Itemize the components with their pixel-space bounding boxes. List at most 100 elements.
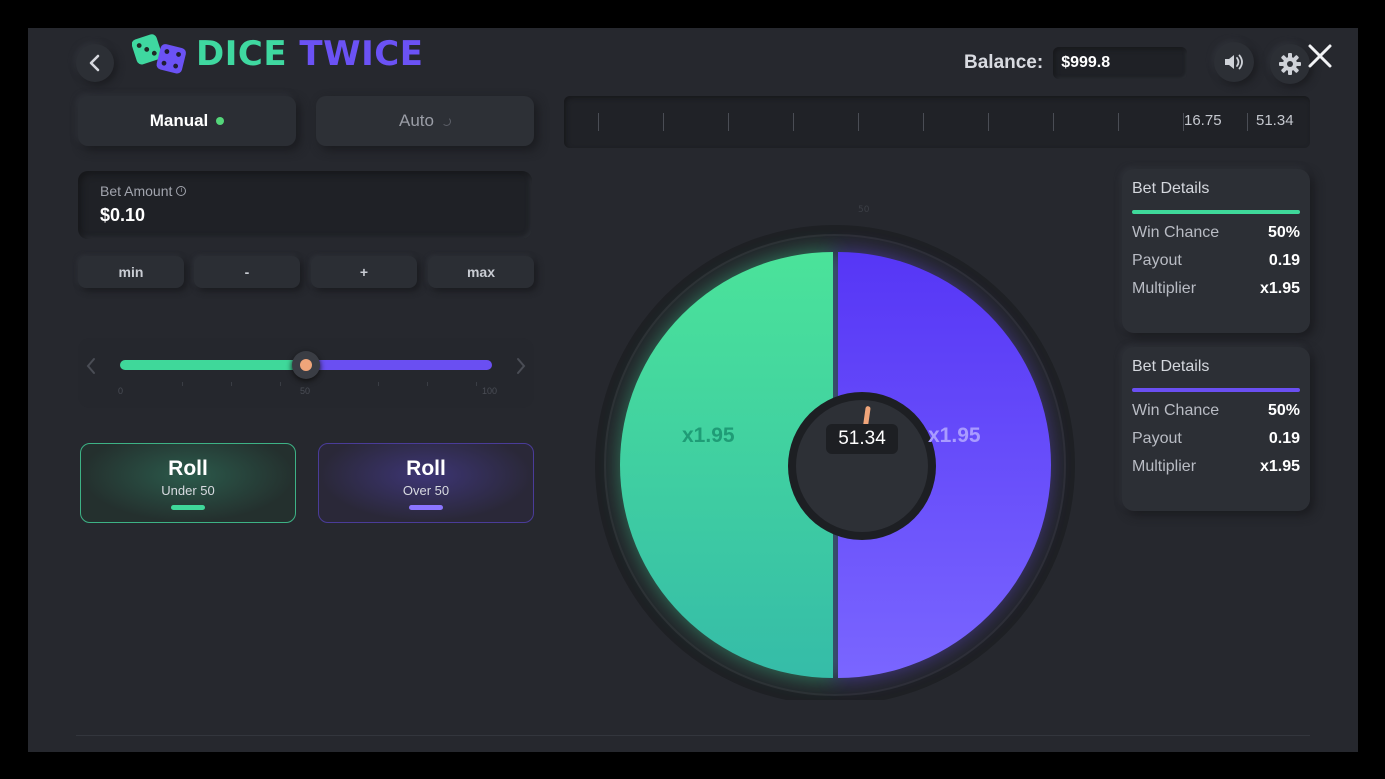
slider-tick-label-min: 0	[118, 386, 124, 396]
game-logo: DICE TWICE	[131, 32, 423, 76]
gear-icon	[1279, 53, 1301, 75]
payout-value: 0.19	[1268, 430, 1300, 447]
slider-thumb-knob	[300, 359, 312, 371]
game-frame: DICE TWICE Balance: $999.8 Manual Auto B…	[28, 28, 1358, 752]
details-row-multiplier: Multiplier x1.95	[1132, 280, 1300, 298]
title-part-dice: DICE	[196, 34, 288, 74]
active-dot-icon	[216, 117, 225, 125]
slider-over-segment	[306, 360, 492, 370]
title-part-twice: TWICE	[299, 34, 424, 74]
bet-decrease-button[interactable]: -	[194, 256, 300, 288]
history-slot	[923, 113, 924, 131]
balance-display: Balance: $999.8	[964, 47, 1188, 79]
tab-auto-label: Auto	[399, 111, 434, 130]
slider-tick	[231, 382, 232, 386]
win-chance-value: 50%	[1267, 224, 1300, 241]
history-slot	[728, 113, 729, 131]
bet-amount-label-row: Bet Amount i	[100, 183, 510, 199]
bet-increase-button[interactable]: +	[311, 256, 417, 288]
details-row-payout: Payout 0.19	[1132, 430, 1300, 448]
slider-thumb[interactable]	[292, 351, 320, 379]
tab-manual-label: Manual	[149, 111, 209, 130]
roll-under-indicator	[171, 504, 205, 510]
history-slot	[988, 113, 989, 131]
details-title: Bet Details	[1132, 358, 1210, 375]
history-slot	[1118, 113, 1119, 131]
bet-max-button[interactable]: max	[428, 256, 534, 288]
balance-value: $999.8	[1053, 47, 1188, 79]
history-slot	[1053, 113, 1054, 131]
multiplier-label: Multiplier	[1132, 280, 1197, 297]
bet-details-under: Bet Details Win Chance 50% Payout 0.19 M…	[1122, 169, 1310, 333]
bet-details-over: Bet Details Win Chance 50% Payout 0.19 M…	[1122, 347, 1310, 511]
slider-tick-label-max: 100	[482, 386, 498, 396]
win-chance-label: Win Chance	[1132, 224, 1220, 241]
roll-history-bar: 16.75 51.34	[564, 96, 1310, 148]
slider-tick	[182, 382, 183, 386]
history-value: 51.34	[1256, 112, 1294, 129]
bet-amount-label: Bet Amount	[100, 183, 173, 199]
slider-tick-label-mid: 50	[300, 386, 311, 396]
payout-label: Payout	[1132, 430, 1182, 447]
details-row-payout: Payout 0.19	[1132, 252, 1300, 270]
over-multiplier: x1.95	[928, 424, 981, 447]
multiplier-value: x1.95	[1259, 280, 1300, 297]
sound-button[interactable]	[1214, 42, 1254, 82]
payout-label: Payout	[1132, 252, 1182, 269]
multiplier-label: Multiplier	[1132, 458, 1197, 475]
slider-tick	[427, 382, 428, 386]
roll-over-indicator	[409, 504, 443, 510]
win-chance-label: Win Chance	[1132, 402, 1220, 419]
bet-amount-field[interactable]: Bet Amount i $0.10	[78, 171, 532, 239]
tab-auto[interactable]: Auto	[316, 96, 534, 146]
payout-value: 0.19	[1268, 252, 1300, 269]
history-slot	[598, 113, 599, 131]
dice-icon	[131, 32, 190, 76]
slider-left-arrow-icon[interactable]	[84, 356, 98, 376]
dice-wheel: 50 0 51.34 x1.95 x1.95	[590, 170, 1080, 700]
history-slot	[858, 113, 859, 131]
roll-under-title: Roll	[168, 456, 208, 480]
details-row-win-chance: Win Chance 50%	[1132, 402, 1300, 420]
details-under-bar	[1132, 210, 1300, 214]
tab-manual[interactable]: Manual	[78, 96, 296, 146]
slider-under-segment	[120, 360, 306, 370]
under-multiplier: x1.95	[682, 424, 735, 447]
roll-over-title: Roll	[406, 456, 446, 480]
roll-result: 51.34	[826, 424, 898, 454]
slider-tick	[476, 382, 477, 386]
details-over-bar	[1132, 388, 1300, 392]
wheel-hub	[796, 400, 928, 532]
history-value: 16.75	[1184, 112, 1222, 129]
close-icon	[1308, 44, 1332, 68]
roll-slider: 0 50 100	[78, 338, 534, 408]
speaker-icon	[1225, 54, 1243, 70]
bet-min-button[interactable]: min	[78, 256, 184, 288]
details-title: Bet Details	[1132, 180, 1210, 197]
bet-amount-value[interactable]: $0.10	[100, 205, 510, 226]
roll-over-subtitle: Over 50	[402, 482, 450, 498]
history-slot	[663, 113, 664, 131]
history-slot	[1247, 113, 1248, 131]
svg-text:50: 50	[858, 205, 870, 215]
settings-button[interactable]	[1270, 44, 1310, 84]
slider-tick	[280, 382, 281, 386]
balance-label: Balance:	[964, 52, 1044, 73]
game-title: DICE TWICE	[196, 34, 423, 74]
close-button[interactable]	[1306, 42, 1334, 70]
slider-tick	[378, 382, 379, 386]
chevron-left-icon	[89, 54, 100, 72]
multiplier-value: x1.95	[1259, 458, 1300, 475]
slider-right-arrow-icon[interactable]	[514, 356, 528, 376]
win-chance-value: 50%	[1267, 402, 1300, 419]
footer-divider	[76, 735, 1310, 736]
back-button[interactable]	[76, 44, 114, 82]
roll-under-subtitle: Under 50	[161, 482, 215, 498]
info-icon[interactable]: i	[176, 186, 187, 196]
roll-under-button[interactable]: Roll Under 50	[80, 443, 296, 523]
spinner-icon	[441, 116, 451, 126]
history-slot	[793, 113, 794, 131]
roll-over-button[interactable]: Roll Over 50	[318, 443, 534, 523]
details-row-multiplier: Multiplier x1.95	[1132, 458, 1300, 476]
details-row-win-chance: Win Chance 50%	[1132, 224, 1300, 242]
